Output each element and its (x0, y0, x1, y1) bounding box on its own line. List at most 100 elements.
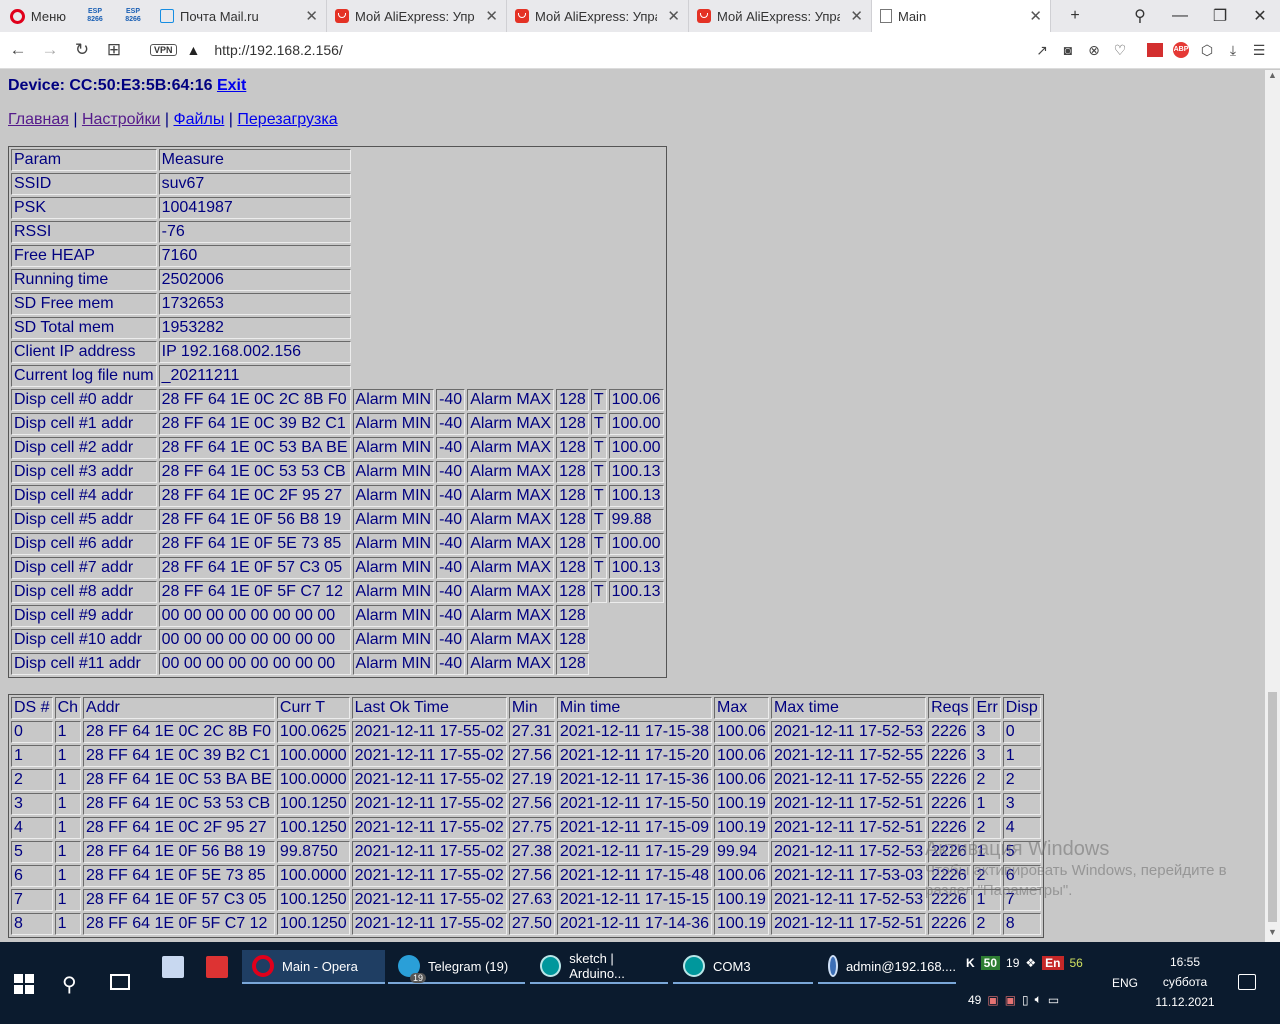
close-icon[interactable]: ✕ (663, 7, 680, 25)
scroll-up-arrow-icon[interactable]: ▲ (1265, 70, 1280, 85)
block-icon[interactable]: ⊗ (1081, 42, 1107, 59)
opera-menu-button[interactable]: Меню (0, 0, 76, 32)
adblock-icon[interactable]: ABP (1173, 42, 1189, 58)
ds-cell: 2021-12-11 17-52-51 (770, 793, 927, 815)
volume-icon[interactable]: 🔈︎ (1035, 992, 1042, 1007)
tab-aliexpress-3[interactable]: Мой AliExpress: Управл ✕ (689, 0, 872, 32)
taskbar-app-arduino[interactable]: sketch | Arduino... (530, 950, 668, 984)
empty-cell (353, 245, 664, 267)
tab-aliexpress-1[interactable]: Мой AliExpress: Управл ✕ (327, 0, 507, 32)
taskbar-app-putty[interactable]: admin@192.168.... (818, 950, 956, 984)
taskbar-pinned-app[interactable] (152, 950, 188, 984)
taskbar-app-telegram[interactable]: 19 Telegram (19) (388, 950, 525, 984)
vpn-badge[interactable]: VPN (150, 44, 177, 56)
xp-tray-icon[interactable]: ▣ (987, 993, 998, 1007)
xp-tray-icon[interactable]: ▣ (1005, 993, 1016, 1007)
pinned-tab-esp-1[interactable]: ESP 8266 (76, 0, 114, 32)
ds-cell: 2021-12-11 17-15-38 (556, 721, 713, 743)
minimize-icon[interactable]: — (1160, 7, 1200, 25)
nav-link-settings[interactable]: Настройки (82, 111, 160, 128)
ds-cell: 27.31 (508, 721, 555, 743)
taskbar-pinned-app[interactable] (196, 950, 236, 984)
extension-red-icon[interactable] (1147, 43, 1163, 57)
language-indicator[interactable]: En (1042, 956, 1064, 970)
disp-cell: T (590, 485, 607, 507)
cube-extension-icon[interactable]: ⬡ (1194, 42, 1220, 59)
tray-counter[interactable]: 56 (1070, 956, 1083, 970)
new-tab-plus-icon[interactable]: + (1055, 7, 1095, 25)
forward-arrow-icon[interactable]: → (34, 40, 66, 60)
disp-cell: Alarm MAX (467, 389, 555, 411)
ds-cell: 2 (973, 865, 1001, 887)
notifications-icon[interactable] (1238, 974, 1256, 990)
exit-link[interactable]: Exit (217, 77, 246, 94)
empty-cell (353, 269, 664, 291)
tray-app-icon[interactable]: K (966, 956, 975, 970)
params-cell: Current log file num (11, 365, 157, 387)
close-icon[interactable]: ✕ (846, 7, 863, 25)
ds-cell: 100.1250 (276, 817, 350, 839)
tray-counter[interactable]: 49 (968, 993, 981, 1007)
ds-cell: 2021-12-11 17-15-29 (556, 841, 713, 863)
search-icon[interactable]: ⚲ (62, 972, 77, 997)
disp-cell-row: Disp cell #5 addr 28 FF 64 1E 0F 56 B8 19… (11, 509, 664, 531)
back-arrow-icon[interactable]: ← (2, 40, 34, 60)
taskbar-app-com3[interactable]: COM3 (673, 950, 813, 984)
close-icon[interactable]: ✕ (1025, 7, 1042, 25)
close-icon[interactable]: ✕ (301, 7, 318, 25)
ds-cell: 28 FF 64 1E 0C 2C 8B F0 (83, 721, 275, 743)
tab-main[interactable]: Main ✕ (872, 0, 1051, 32)
restore-icon[interactable]: ❐ (1200, 6, 1240, 26)
download-icon[interactable]: ⤓ (1220, 42, 1246, 59)
nav-link-reboot[interactable]: Перезагрузка (237, 111, 337, 128)
ds-cell: 27.38 (508, 841, 555, 863)
pinned-tab-esp-2[interactable]: ESP 8266 (114, 0, 152, 32)
scroll-down-arrow-icon[interactable]: ▼ (1265, 927, 1280, 942)
disp-cell: T (590, 581, 607, 603)
disp-cell-row: Disp cell #10 addr 00 00 00 00 00 00 00 0… (11, 629, 664, 651)
tray-counter[interactable]: 19 (1006, 956, 1019, 970)
params-cell: PSK (11, 197, 157, 219)
tab-mail[interactable]: Почта Mail.ru ✕ (152, 0, 327, 32)
params-row: Client IP address IP 192.168.002.156 (11, 341, 664, 363)
ds-cell: 28 FF 64 1E 0C 53 53 CB (83, 793, 275, 815)
warning-icon[interactable]: ▲ (187, 42, 201, 58)
ds-cell: 2021-12-11 17-55-02 (351, 769, 507, 791)
opera-icon (252, 955, 274, 977)
url-field[interactable]: http://192.168.2.156/ (214, 42, 342, 58)
ds-cell: 2021-12-11 17-52-51 (770, 913, 927, 935)
tabs-grid-icon[interactable]: ⊞ (98, 40, 130, 60)
close-icon[interactable]: ✕ (481, 7, 498, 25)
reload-icon[interactable]: ↻ (66, 40, 98, 60)
empty-cell (353, 173, 664, 195)
disp-cell-row: Disp cell #11 addr 00 00 00 00 00 00 00 0… (11, 653, 664, 675)
ds-cell: 28 FF 64 1E 0F 5E 73 85 (83, 865, 275, 887)
snapshot-camera-icon[interactable]: ◙ (1055, 42, 1081, 58)
window-close-icon[interactable]: ✕ (1240, 6, 1280, 26)
taskbar-app-opera[interactable]: Main - Opera (242, 950, 385, 984)
tab-aliexpress-2[interactable]: Мой AliExpress: Управл ✕ (507, 0, 689, 32)
ds-header-cell: Curr T (276, 697, 350, 719)
ds-header-cell: Min time (556, 697, 713, 719)
disp-cell: 100.00 (608, 533, 664, 555)
ds-cell: 2021-12-11 17-15-09 (556, 817, 713, 839)
taskbar-app-label: sketch | Arduino... (569, 951, 625, 981)
easy-setup-icon[interactable]: ☰ (1246, 42, 1272, 59)
search-icon[interactable]: ⚲ (1120, 6, 1160, 26)
task-view-icon[interactable] (110, 974, 130, 990)
input-language[interactable]: ENG (1112, 976, 1138, 990)
disp-cell-row: Disp cell #4 addr 28 FF 64 1E 0C 2F 95 27… (11, 485, 664, 507)
vertical-scrollbar[interactable]: ▲ ▼ (1265, 70, 1280, 942)
scrollbar-thumb[interactable] (1268, 692, 1277, 922)
system-clock[interactable]: 16:55 суббота 11.12.2021 (1150, 952, 1220, 1012)
share-icon[interactable]: ↗ (1029, 42, 1055, 59)
heart-icon[interactable]: ♡ (1107, 42, 1133, 59)
empty-cell (353, 365, 664, 387)
network-icon[interactable]: ▭ (1048, 993, 1059, 1007)
usb-icon[interactable]: ▯ (1022, 993, 1029, 1007)
windows-start-button[interactable] (14, 974, 34, 994)
tray-counter-badge[interactable]: 50 (980, 956, 1001, 970)
nav-link-main[interactable]: Главная (8, 111, 69, 128)
nav-link-files[interactable]: Файлы (173, 111, 224, 128)
dropbox-icon[interactable]: ❖ (1025, 956, 1036, 970)
